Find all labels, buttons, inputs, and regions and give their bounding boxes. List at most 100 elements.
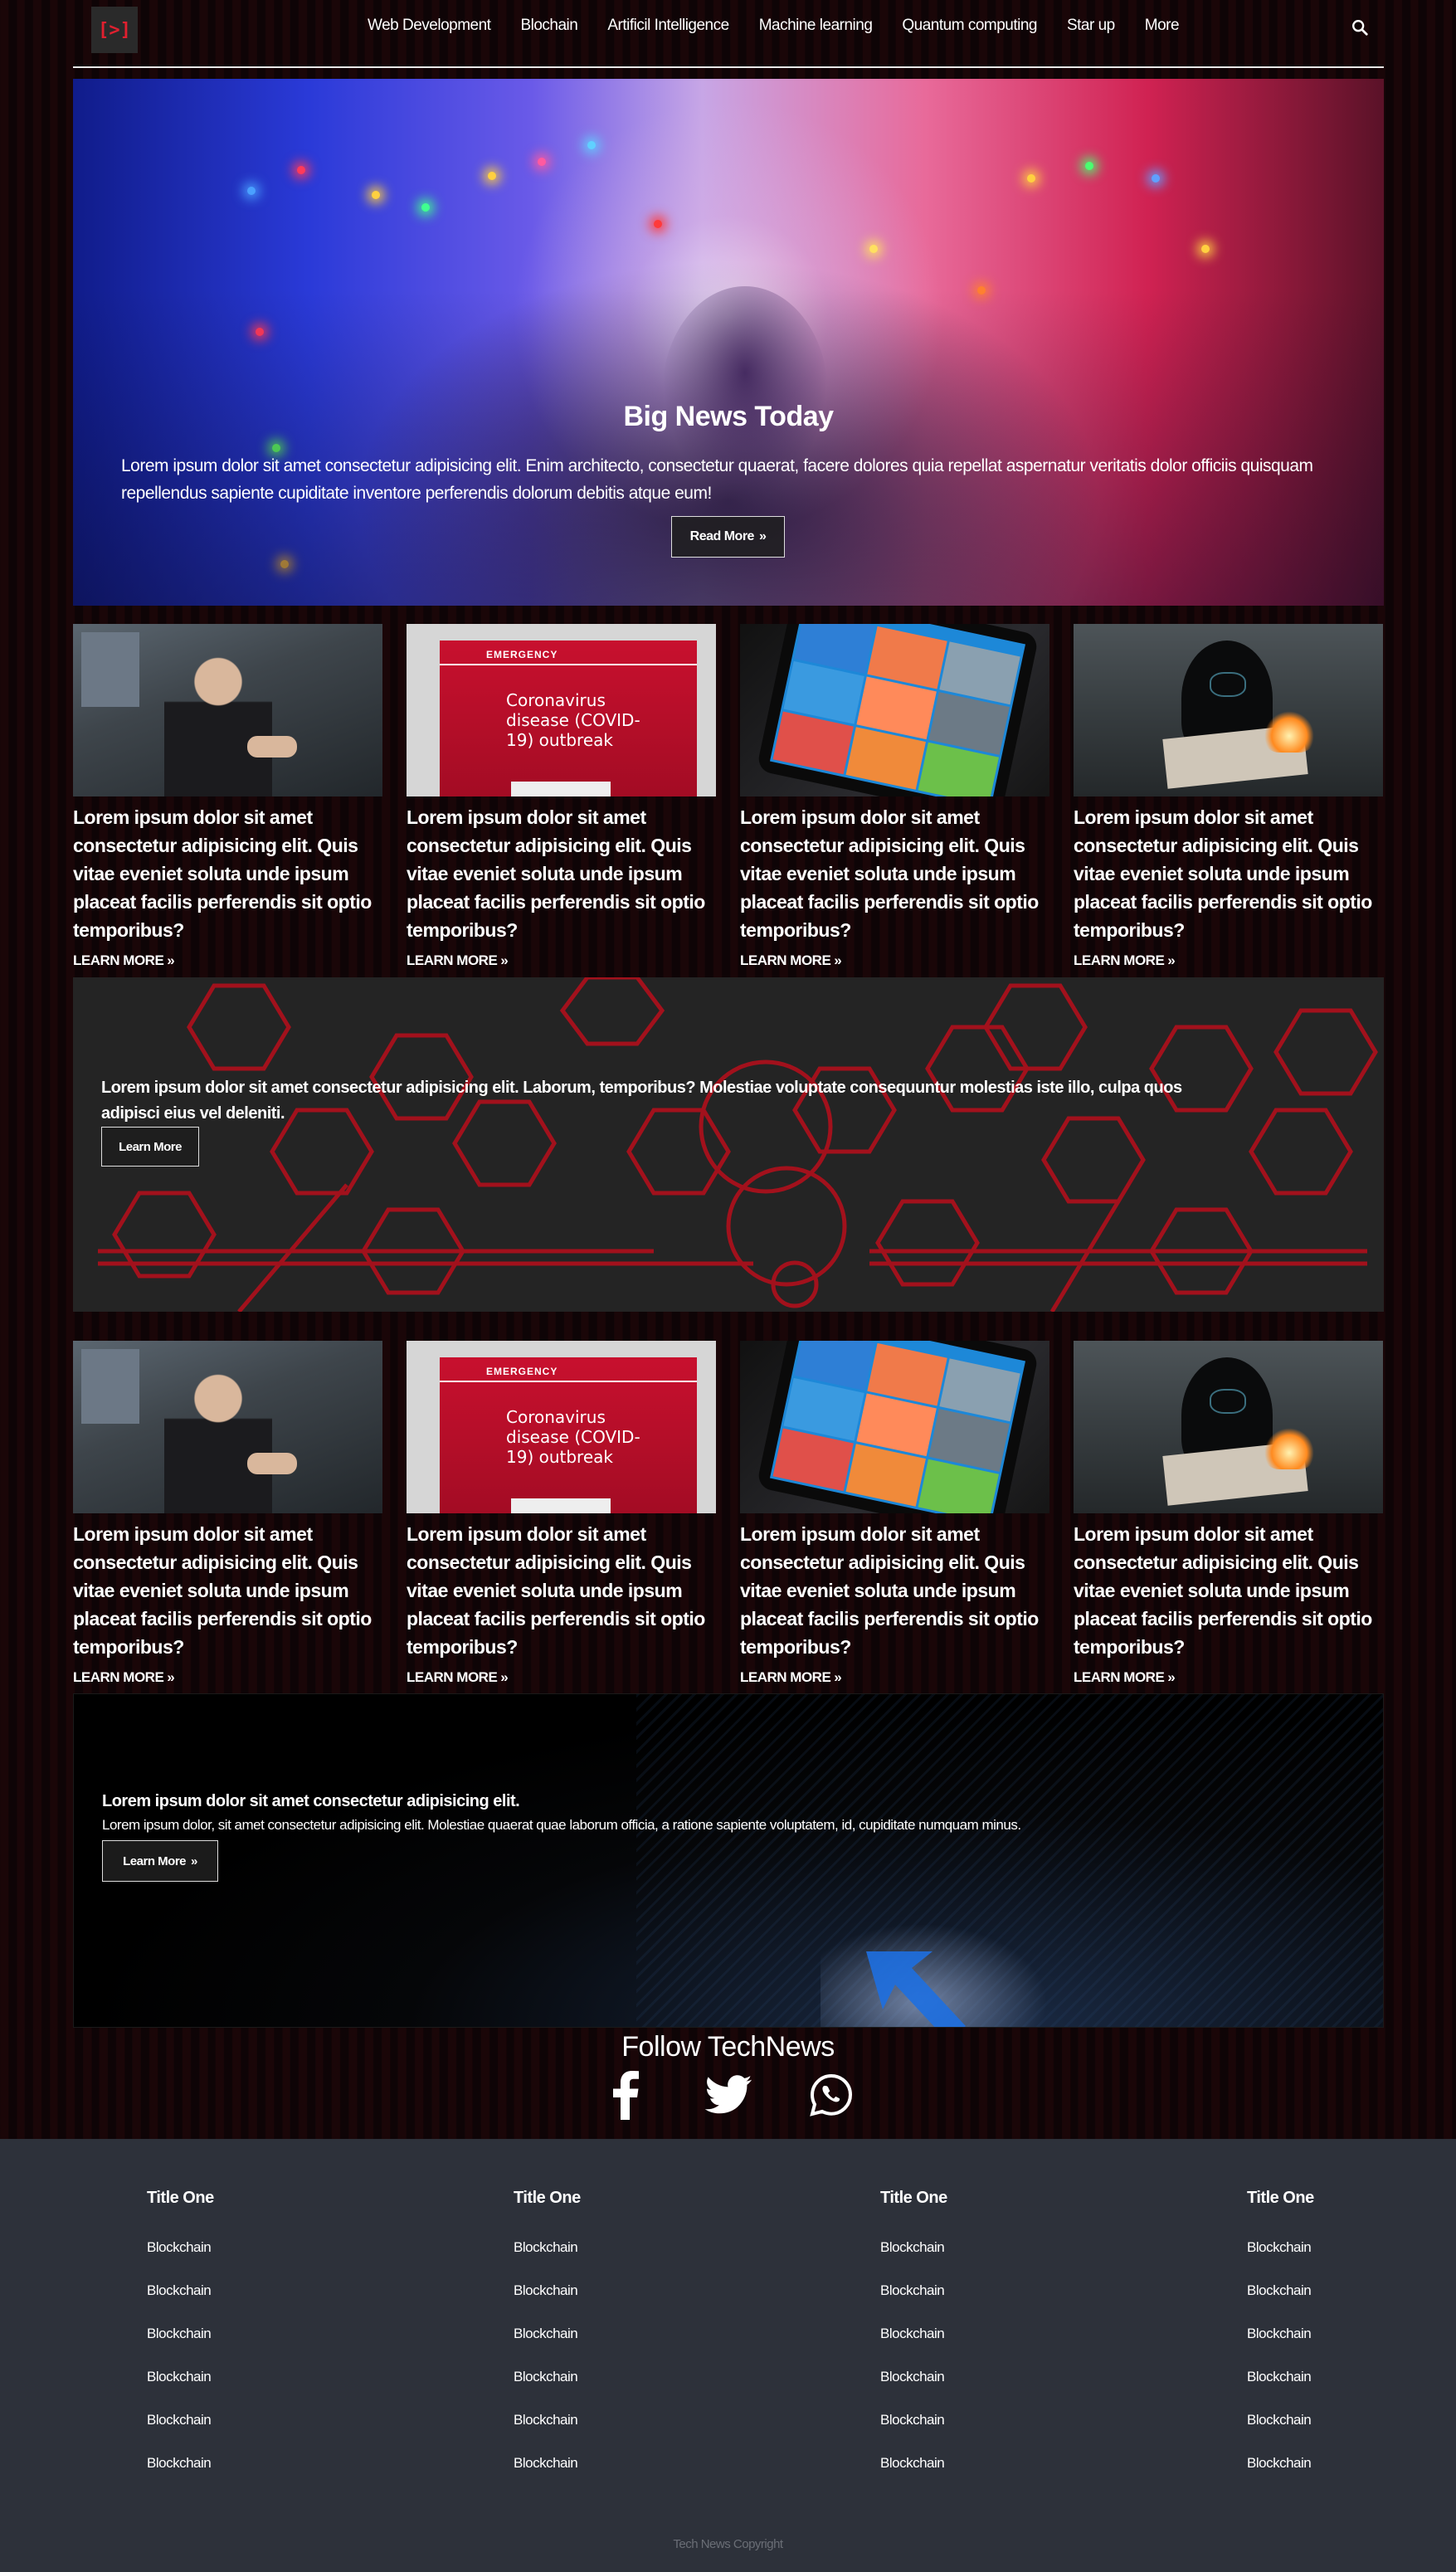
emergency-label: EMERGENCY xyxy=(486,1366,558,1377)
facebook-icon[interactable] xyxy=(600,2069,651,2121)
banner-text: Lorem ipsum dolor, sit amet consectetur … xyxy=(102,1817,1021,1833)
footer-column: Title One Blockchain Blockchain Blockcha… xyxy=(147,2189,396,2485)
learn-more-link[interactable]: LEARN MORE» xyxy=(1074,1669,1383,1686)
learn-more-link[interactable]: LEARN MORE» xyxy=(407,1669,716,1686)
footer-link[interactable]: Blockchain xyxy=(514,2312,762,2355)
follow-title: Follow TechNews xyxy=(621,2031,835,2063)
footer-link[interactable]: Blockchain xyxy=(147,2442,396,2485)
footer-link[interactable]: Blockchain xyxy=(1247,2226,1456,2269)
card-title: Lorem ipsum dolor sit amet consectetur a… xyxy=(73,806,372,941)
footer-link[interactable]: Blockchain xyxy=(147,2312,396,2355)
news-cards-row-2: Lorem ipsum dolor sit amet consectetur a… xyxy=(73,1341,1384,1686)
learn-more-link[interactable]: LEARN MORE» xyxy=(73,952,382,969)
top-nav: [>] Web Development Blochain Artificil I… xyxy=(73,0,1384,68)
double-chevron-right-icon: » xyxy=(1167,952,1176,968)
twitter-icon[interactable] xyxy=(703,2069,754,2121)
footer-link[interactable]: Blockchain xyxy=(1247,2442,1456,2485)
footer-link[interactable]: Blockchain xyxy=(880,2399,1129,2442)
footer-link[interactable]: Blockchain xyxy=(880,2312,1129,2355)
nav-item-ai[interactable]: Artificil Intelligence xyxy=(607,17,729,35)
speaker-image[interactable] xyxy=(73,624,382,796)
card-title: Lorem ipsum dolor sit amet consectetur a… xyxy=(740,1523,1039,1658)
nav-item-machine-learning[interactable]: Machine learning xyxy=(759,17,873,35)
footer-link[interactable]: Blockchain xyxy=(147,2226,396,2269)
news-card: Lorem ipsum dolor sit amet consectetur a… xyxy=(740,1341,1049,1686)
footer-link[interactable]: Blockchain xyxy=(514,2442,762,2485)
footer-column: Title One Blockchain Blockchain Blockcha… xyxy=(880,2189,1129,2485)
learn-more-link[interactable]: LEARN MORE» xyxy=(73,1669,382,1686)
footer-link[interactable]: Blockchain xyxy=(1247,2269,1456,2312)
double-chevron-right-icon: » xyxy=(167,952,175,968)
footer-link[interactable]: Blockchain xyxy=(514,2355,762,2399)
footer-link[interactable]: Blockchain xyxy=(880,2442,1129,2485)
footer-link[interactable]: Blockchain xyxy=(1247,2355,1456,2399)
footer-link[interactable]: Blockchain xyxy=(1247,2399,1456,2442)
footer-link[interactable]: Blockchain xyxy=(1247,2312,1456,2355)
card-title: Lorem ipsum dolor sit amet consectetur a… xyxy=(1074,1523,1372,1658)
social-links xyxy=(0,2069,1456,2121)
double-chevron-right-icon: » xyxy=(191,1853,197,1868)
learn-more-button[interactable]: Learn More » xyxy=(102,1840,218,1882)
search-icon[interactable] xyxy=(1351,18,1369,37)
learn-more-button[interactable]: Learn More xyxy=(101,1127,199,1167)
card-title: Lorem ipsum dolor sit amet consectetur a… xyxy=(407,806,705,941)
card-title: Lorem ipsum dolor sit amet consectetur a… xyxy=(407,1523,705,1658)
nav-item-more[interactable]: More xyxy=(1145,17,1180,35)
news-card: Lorem ipsum dolor sit amet consectetur a… xyxy=(73,1341,382,1686)
hacker-image[interactable] xyxy=(1074,624,1383,796)
footer-column-title: Title One xyxy=(880,2189,947,2207)
whatsapp-icon[interactable] xyxy=(806,2069,857,2121)
double-chevron-right-icon: » xyxy=(758,529,767,543)
footer-column: Title One Blockchain Blockchain Blockcha… xyxy=(1247,2189,1456,2485)
news-card: Lorem ipsum dolor sit amet consectetur a… xyxy=(1074,624,1383,969)
card-title: Lorem ipsum dolor sit amet consectetur a… xyxy=(73,1523,372,1658)
read-more-button[interactable]: Read More » xyxy=(671,516,785,558)
footer-column: Title One Blockchain Blockchain Blockcha… xyxy=(514,2189,762,2485)
nav-item-star-up[interactable]: Star up xyxy=(1067,17,1115,35)
footer-link[interactable]: Blockchain xyxy=(514,2226,762,2269)
tablet-image[interactable] xyxy=(740,1341,1049,1513)
footer-link[interactable]: Blockchain xyxy=(880,2226,1129,2269)
footer-column-title: Title One xyxy=(514,2189,581,2207)
footer-link[interactable]: Blockchain xyxy=(147,2355,396,2399)
nav-item-quantum-computing[interactable]: Quantum computing xyxy=(902,17,1037,35)
footer-link[interactable]: Blockchain xyxy=(514,2269,762,2312)
site-logo[interactable]: [>] xyxy=(91,7,138,53)
tablet-image[interactable] xyxy=(740,624,1049,796)
learn-more-link[interactable]: LEARN MORE» xyxy=(1074,952,1383,969)
footer: Title One Blockchain Blockchain Blockcha… xyxy=(0,2139,1456,2572)
nav-item-blochain[interactable]: Blochain xyxy=(520,17,577,35)
hero-title: Big News Today xyxy=(623,401,834,432)
learn-more-link[interactable]: LEARN MORE» xyxy=(407,952,716,969)
news-card: Lorem ipsum dolor sit amet consectetur a… xyxy=(1074,1341,1383,1686)
news-cards-row-1: Lorem ipsum dolor sit amet consectetur a… xyxy=(73,624,1384,969)
footer-link[interactable]: Blockchain xyxy=(147,2269,396,2312)
footer-column-title: Title One xyxy=(1247,2189,1314,2207)
footer-column-title: Title One xyxy=(147,2189,214,2207)
footer-link[interactable]: Blockchain xyxy=(880,2355,1129,2399)
double-chevron-right-icon: » xyxy=(834,1669,842,1685)
dark-promo-banner: Lorem ipsum dolor sit amet consectetur a… xyxy=(73,1693,1384,2028)
news-card: Lorem ipsum dolor sit amet consectetur a… xyxy=(740,624,1049,969)
banner-title: Lorem ipsum dolor sit amet consectetur a… xyxy=(102,1792,520,1810)
card-title: Lorem ipsum dolor sit amet consectetur a… xyxy=(740,806,1039,941)
footer-link[interactable]: Blockchain xyxy=(880,2269,1129,2312)
learn-more-link[interactable]: LEARN MORE» xyxy=(740,952,1049,969)
covid-emergency-image[interactable]: EMERGENCY Coronavirus disease (COVID- 19) o… xyxy=(407,624,716,796)
covid-emergency-image[interactable]: EMERGENCY Coronavirus disease (COVID- 19) o… xyxy=(407,1341,716,1513)
card-title: Lorem ipsum dolor sit amet consectetur a… xyxy=(1074,806,1372,941)
footer-link[interactable]: Blockchain xyxy=(147,2399,396,2442)
hero-text: Lorem ipsum dolor sit amet consectetur a… xyxy=(121,456,1313,503)
footer-link[interactable]: Blockchain xyxy=(514,2399,762,2442)
hexagon-pattern xyxy=(98,977,1378,1312)
copyright-text: Tech News Copyright xyxy=(673,2537,783,2551)
banner-text: Lorem ipsum dolor sit amet consectetur a… xyxy=(101,1079,1182,1123)
nav-item-web-development[interactable]: Web Development xyxy=(368,17,491,35)
double-chevron-right-icon: » xyxy=(1167,1669,1176,1685)
double-chevron-right-icon: » xyxy=(500,1669,509,1685)
nav-menu: Web Development Blochain Artificil Intel… xyxy=(368,17,1180,35)
hero-banner: Big News Today Lorem ipsum dolor sit ame… xyxy=(73,79,1384,606)
hacker-image[interactable] xyxy=(1074,1341,1383,1513)
speaker-image[interactable] xyxy=(73,1341,382,1513)
learn-more-link[interactable]: LEARN MORE» xyxy=(740,1669,1049,1686)
